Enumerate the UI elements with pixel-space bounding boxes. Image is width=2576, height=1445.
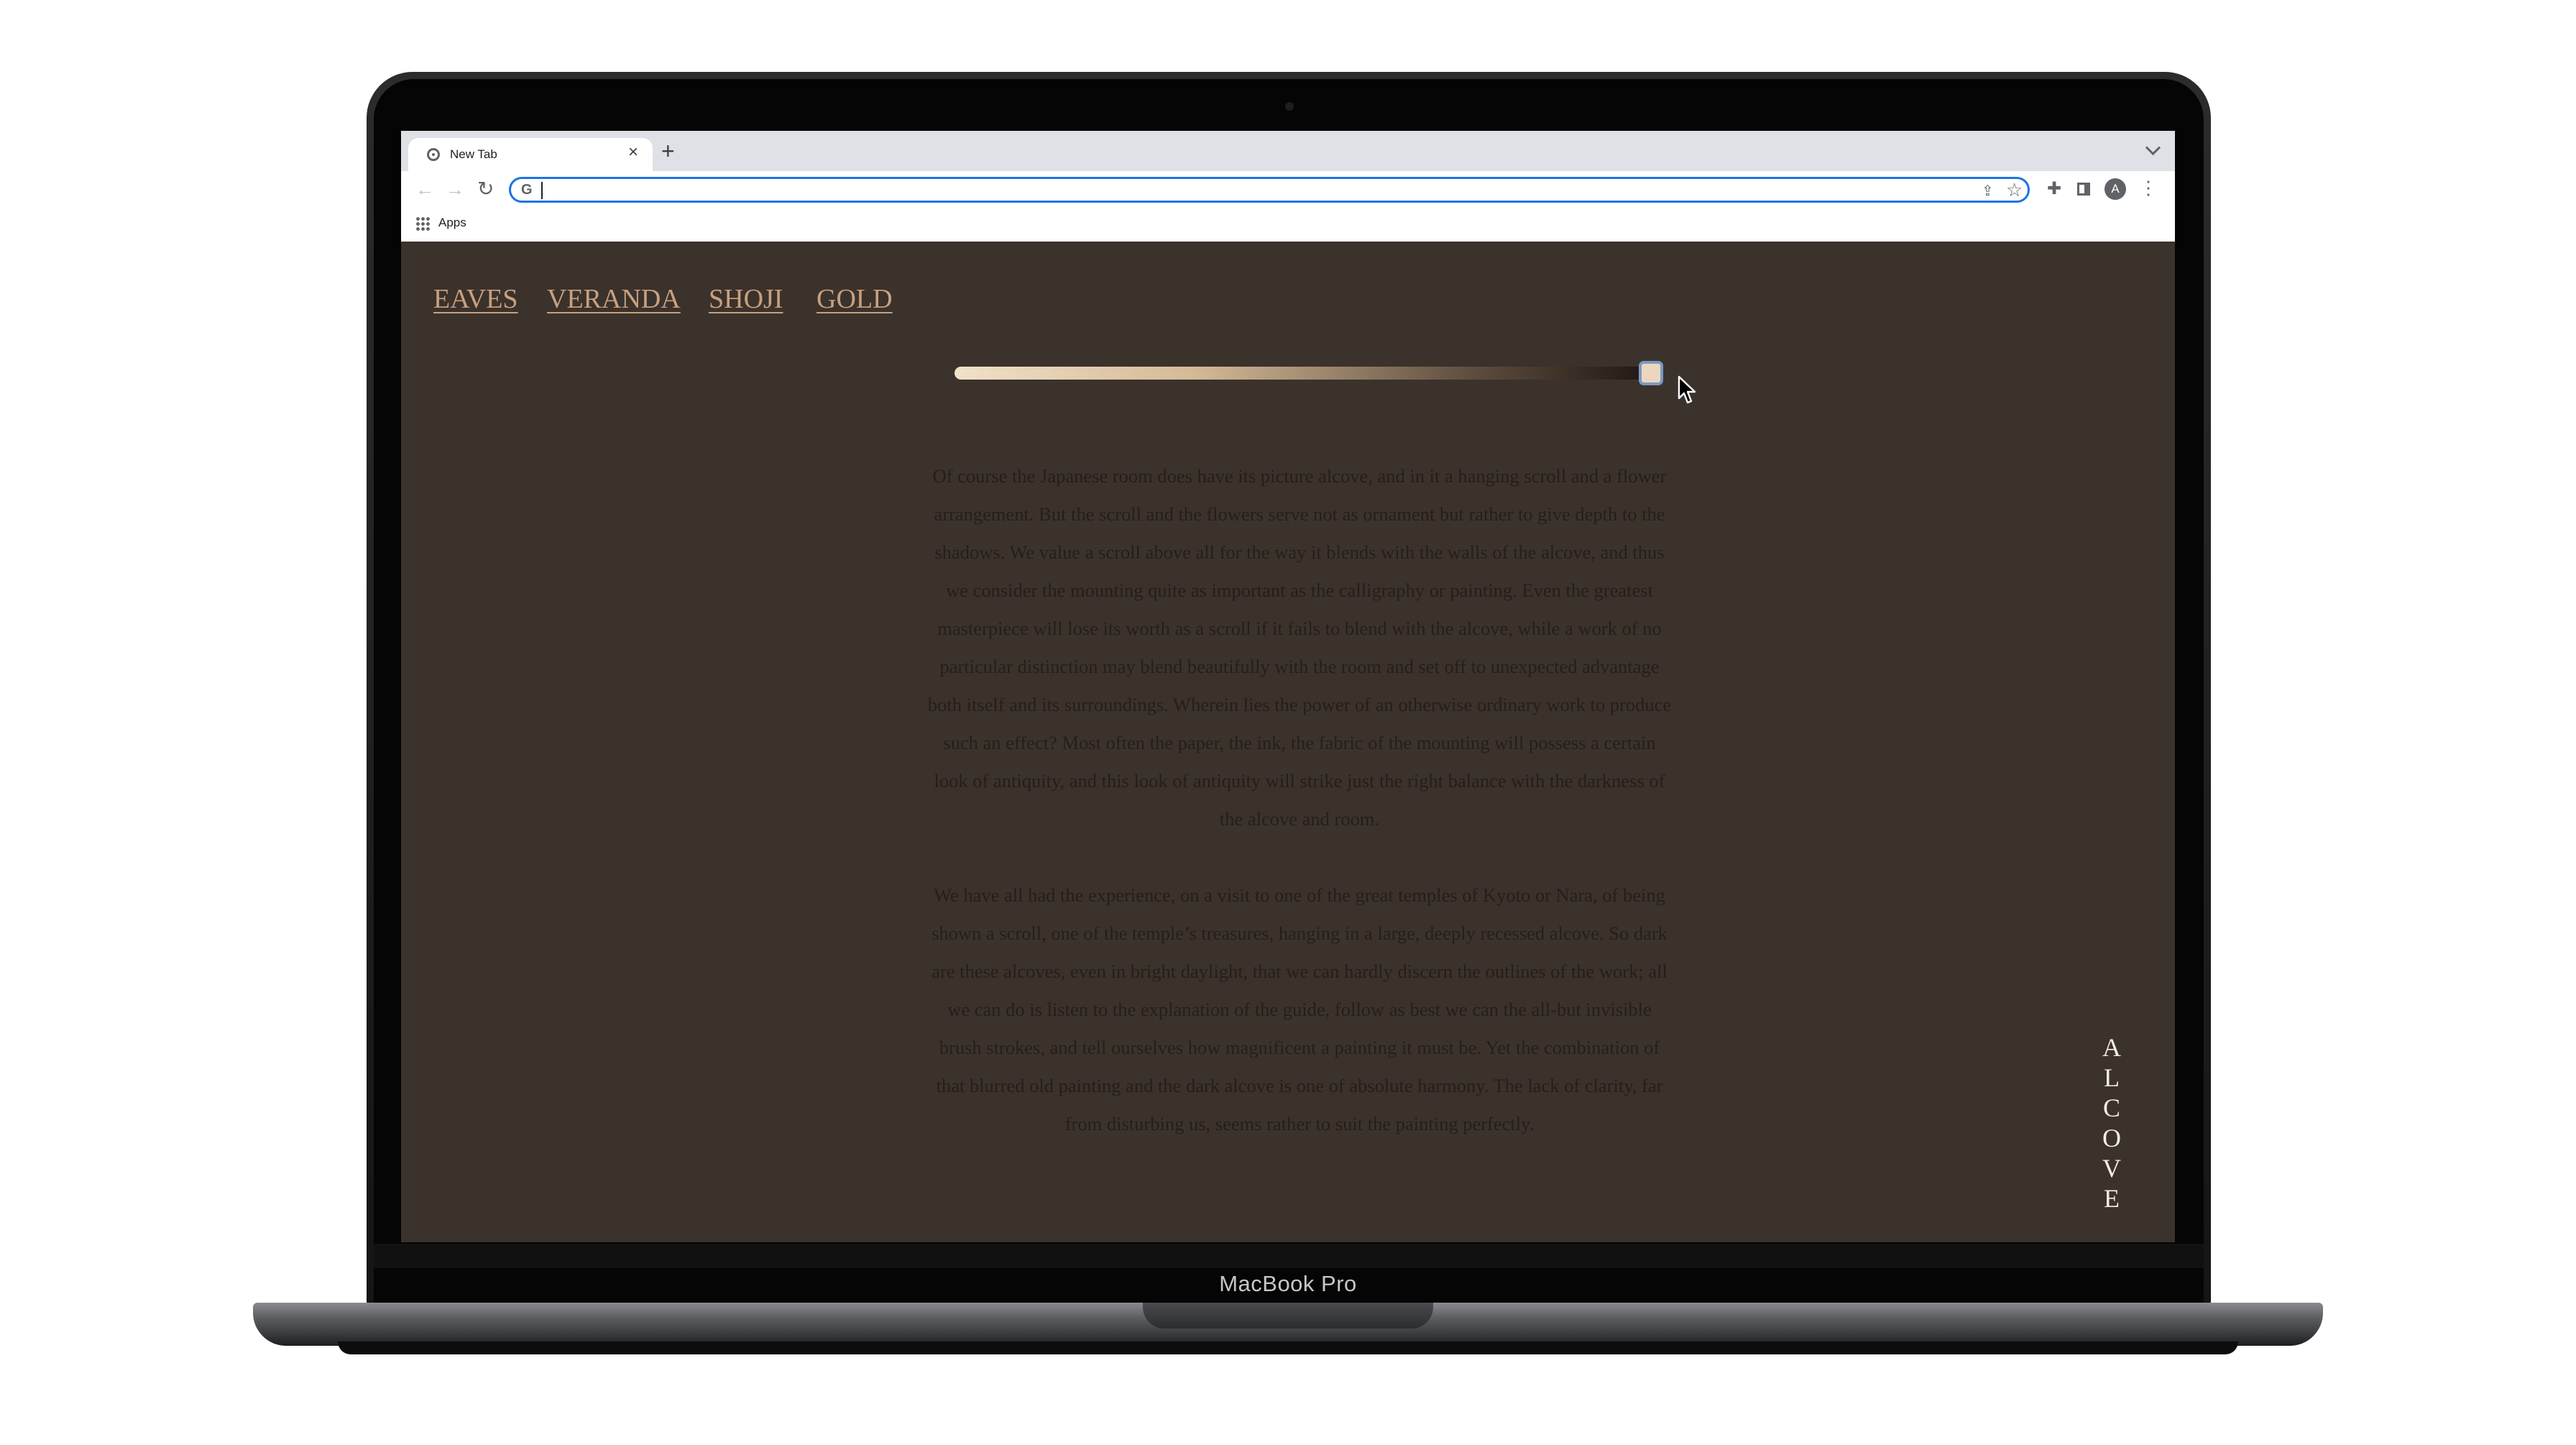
forward-arrow-icon[interactable]: → [446, 178, 464, 201]
star-icon[interactable]: ☆ [2006, 179, 2023, 201]
tab-title: New Tab [450, 147, 497, 161]
close-icon[interactable]: × [628, 144, 638, 161]
new-tab-button[interactable]: + [661, 139, 675, 162]
nav-link-gold[interactable]: GOLD [816, 283, 893, 315]
browser-tab[interactable]: New Tab × [408, 138, 653, 171]
kebab-menu-icon[interactable]: ⋮ [2139, 175, 2158, 200]
nav-link-shoji[interactable]: SHOJI [709, 283, 783, 315]
laptop-feet [338, 1341, 2238, 1354]
apps-grid-icon[interactable] [415, 216, 430, 231]
bookmark-apps[interactable]: Apps [438, 216, 466, 230]
device-label: MacBook Pro [1219, 1271, 1357, 1296]
bezel-chin [374, 1244, 2204, 1268]
essay-paragraph-2: We have all had the experience, on a vis… [932, 884, 1668, 1134]
google-icon: G [521, 182, 533, 198]
chevron-down-icon[interactable] [2145, 139, 2161, 156]
brightness-slider-track[interactable] [954, 367, 1644, 380]
nav-link-eaves[interactable]: EAVES [433, 283, 518, 315]
nav-link-veranda[interactable]: VERANDA [547, 283, 681, 315]
screen: New Tab × + ← → ↻ G ⇪ ☆ ✚ A ⋮ Apps EAVES… [401, 131, 2175, 1242]
address-bar[interactable]: G ⇪ ☆ [509, 177, 2030, 203]
brightness-slider-thumb[interactable] [1639, 361, 1663, 385]
camera-icon [1285, 102, 1294, 111]
extensions-puzzle-icon[interactable]: ✚ [2047, 178, 2061, 199]
side-panel-icon[interactable] [2077, 183, 2090, 196]
share-icon[interactable]: ⇪ [1982, 182, 1994, 200]
text-caret [541, 182, 543, 199]
browser-chrome: New Tab × + ← → ↻ G ⇪ ☆ ✚ A ⋮ Apps [401, 131, 2175, 242]
chrome-favicon-icon [427, 148, 440, 161]
back-arrow-icon[interactable]: ← [415, 178, 434, 201]
essay-paragraph-1: Of course the Japanese room does have it… [927, 465, 1672, 830]
mouse-cursor-icon [1678, 375, 1696, 404]
reload-icon[interactable]: ↻ [477, 177, 494, 201]
web-page: EAVES VERANDA SHOJI GOLD Of course the J… [401, 242, 2175, 1242]
profile-avatar[interactable]: A [2104, 178, 2126, 200]
tab-strip: New Tab × + [401, 131, 2175, 171]
laptop-notch [1143, 1303, 1433, 1329]
section-title: ALCOVE [2102, 1033, 2121, 1213]
essay-text: Of course the Japanese room does have it… [926, 457, 1673, 1181]
